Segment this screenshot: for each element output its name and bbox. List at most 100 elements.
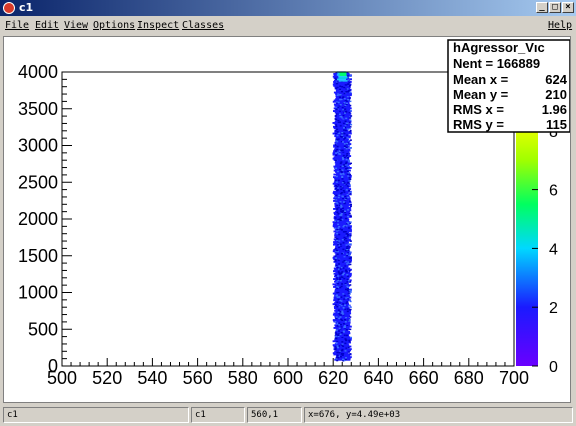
heat-cell (349, 191, 352, 194)
x-tick-label: 640 (363, 368, 393, 388)
heat-cell (345, 158, 348, 161)
menu-edit[interactable]: Edit (35, 20, 59, 31)
heat-cell (340, 208, 342, 211)
heat-cell (348, 190, 351, 192)
heat-cell (347, 196, 350, 199)
heat-cell (342, 141, 344, 143)
heat-cell (339, 311, 342, 313)
heat-cell (346, 253, 349, 255)
heat-cell (344, 137, 347, 139)
heat-cell (339, 85, 342, 87)
menu-inspect[interactable]: Inspect (137, 20, 179, 31)
heat-cell (340, 192, 343, 194)
heat-cell (345, 244, 348, 246)
heat-cell (342, 201, 345, 203)
heat-cell (339, 72, 347, 76)
y-tick-label: 3500 (18, 99, 58, 119)
heat-cell (345, 189, 348, 191)
menu-options[interactable]: Options (93, 20, 135, 31)
y-tick-label: 1500 (18, 246, 58, 266)
heat-cell (345, 358, 347, 361)
heat-cell (342, 267, 345, 269)
heat-cell (343, 102, 346, 104)
heat-cell (346, 88, 349, 90)
heat-cell (346, 289, 349, 292)
heat-cell (348, 200, 351, 202)
heat-cell (346, 221, 349, 224)
x-tick-label: 700 (499, 368, 529, 388)
heat-cell (339, 243, 342, 245)
stats-row-label: RMS y = (453, 117, 504, 132)
minimize-button[interactable]: _ (536, 2, 548, 13)
heat-cell (347, 165, 350, 168)
heat-cell (334, 348, 337, 350)
heat-cell (341, 341, 344, 343)
heat-cell (345, 110, 348, 112)
y-tick-label: 0 (48, 356, 58, 376)
heat-cell (341, 106, 344, 109)
heat-cell (336, 345, 339, 347)
heat-cell (350, 147, 352, 149)
title-bar[interactable]: c1 _ □ × (0, 0, 576, 16)
heat-cell (343, 236, 346, 239)
heat-cell (344, 319, 347, 321)
heat-cell (350, 115, 353, 117)
heat-cell (340, 205, 343, 208)
heat-cell (342, 210, 345, 212)
heat-cell (349, 251, 352, 253)
heat-cell (348, 160, 351, 163)
heat-cell (348, 139, 351, 142)
status-object-name: c1 (191, 407, 245, 423)
heat-cell (338, 113, 341, 115)
heat-cell (344, 304, 346, 306)
heat-cell (337, 259, 340, 261)
heat-cell (345, 117, 348, 120)
menu-view[interactable]: View (64, 20, 88, 31)
heat-cell (336, 207, 339, 210)
z-tick-label: 0 (549, 359, 558, 376)
heat-cell (339, 217, 342, 219)
heat-cell (349, 234, 352, 237)
x-tick-label: 560 (183, 368, 213, 388)
close-button[interactable]: × (562, 2, 574, 13)
heat-cell (344, 210, 347, 212)
heat-cell (347, 181, 350, 183)
heat-cell (341, 178, 344, 180)
menu-help[interactable]: Help (548, 20, 572, 31)
heat-cell (342, 330, 345, 333)
heat-cell (334, 236, 337, 238)
heat-cell (348, 319, 351, 321)
heat-cell (334, 259, 337, 261)
heat-cell (337, 275, 340, 277)
heat-cell (349, 353, 352, 355)
heat-cell (340, 285, 343, 288)
heat-cell (338, 240, 341, 242)
heat-cell (343, 277, 346, 280)
heat-cell (336, 351, 339, 354)
plot-canvas[interactable]: 500 520 540 560 580 600 620 640 660 680 700 0 500 100… (3, 36, 571, 403)
heat-cell (344, 120, 347, 122)
heat-cell (348, 82, 351, 84)
heat-cell (349, 174, 351, 176)
x-tick-label: 520 (92, 368, 122, 388)
heat-cell (345, 161, 348, 163)
heat-cell (346, 100, 348, 102)
heat-cell (341, 229, 343, 231)
heat-cell (335, 124, 338, 126)
heat-cell (349, 316, 352, 318)
heat-cell (349, 236, 351, 238)
heat-cell (349, 139, 352, 141)
menu-classes[interactable]: Classes (182, 20, 224, 31)
heat-cell (349, 291, 352, 293)
window-title: c1 (19, 1, 34, 14)
heat-cell (346, 275, 349, 277)
heat-cell (335, 277, 338, 279)
menu-file[interactable]: File (5, 20, 29, 31)
maximize-button[interactable]: □ (549, 2, 561, 13)
heat-cell (346, 301, 349, 303)
heat-cell (344, 321, 347, 323)
heat-cell (350, 162, 352, 165)
heat-cell (348, 270, 351, 272)
heat-cell (342, 306, 345, 309)
heat-cell (336, 253, 339, 255)
